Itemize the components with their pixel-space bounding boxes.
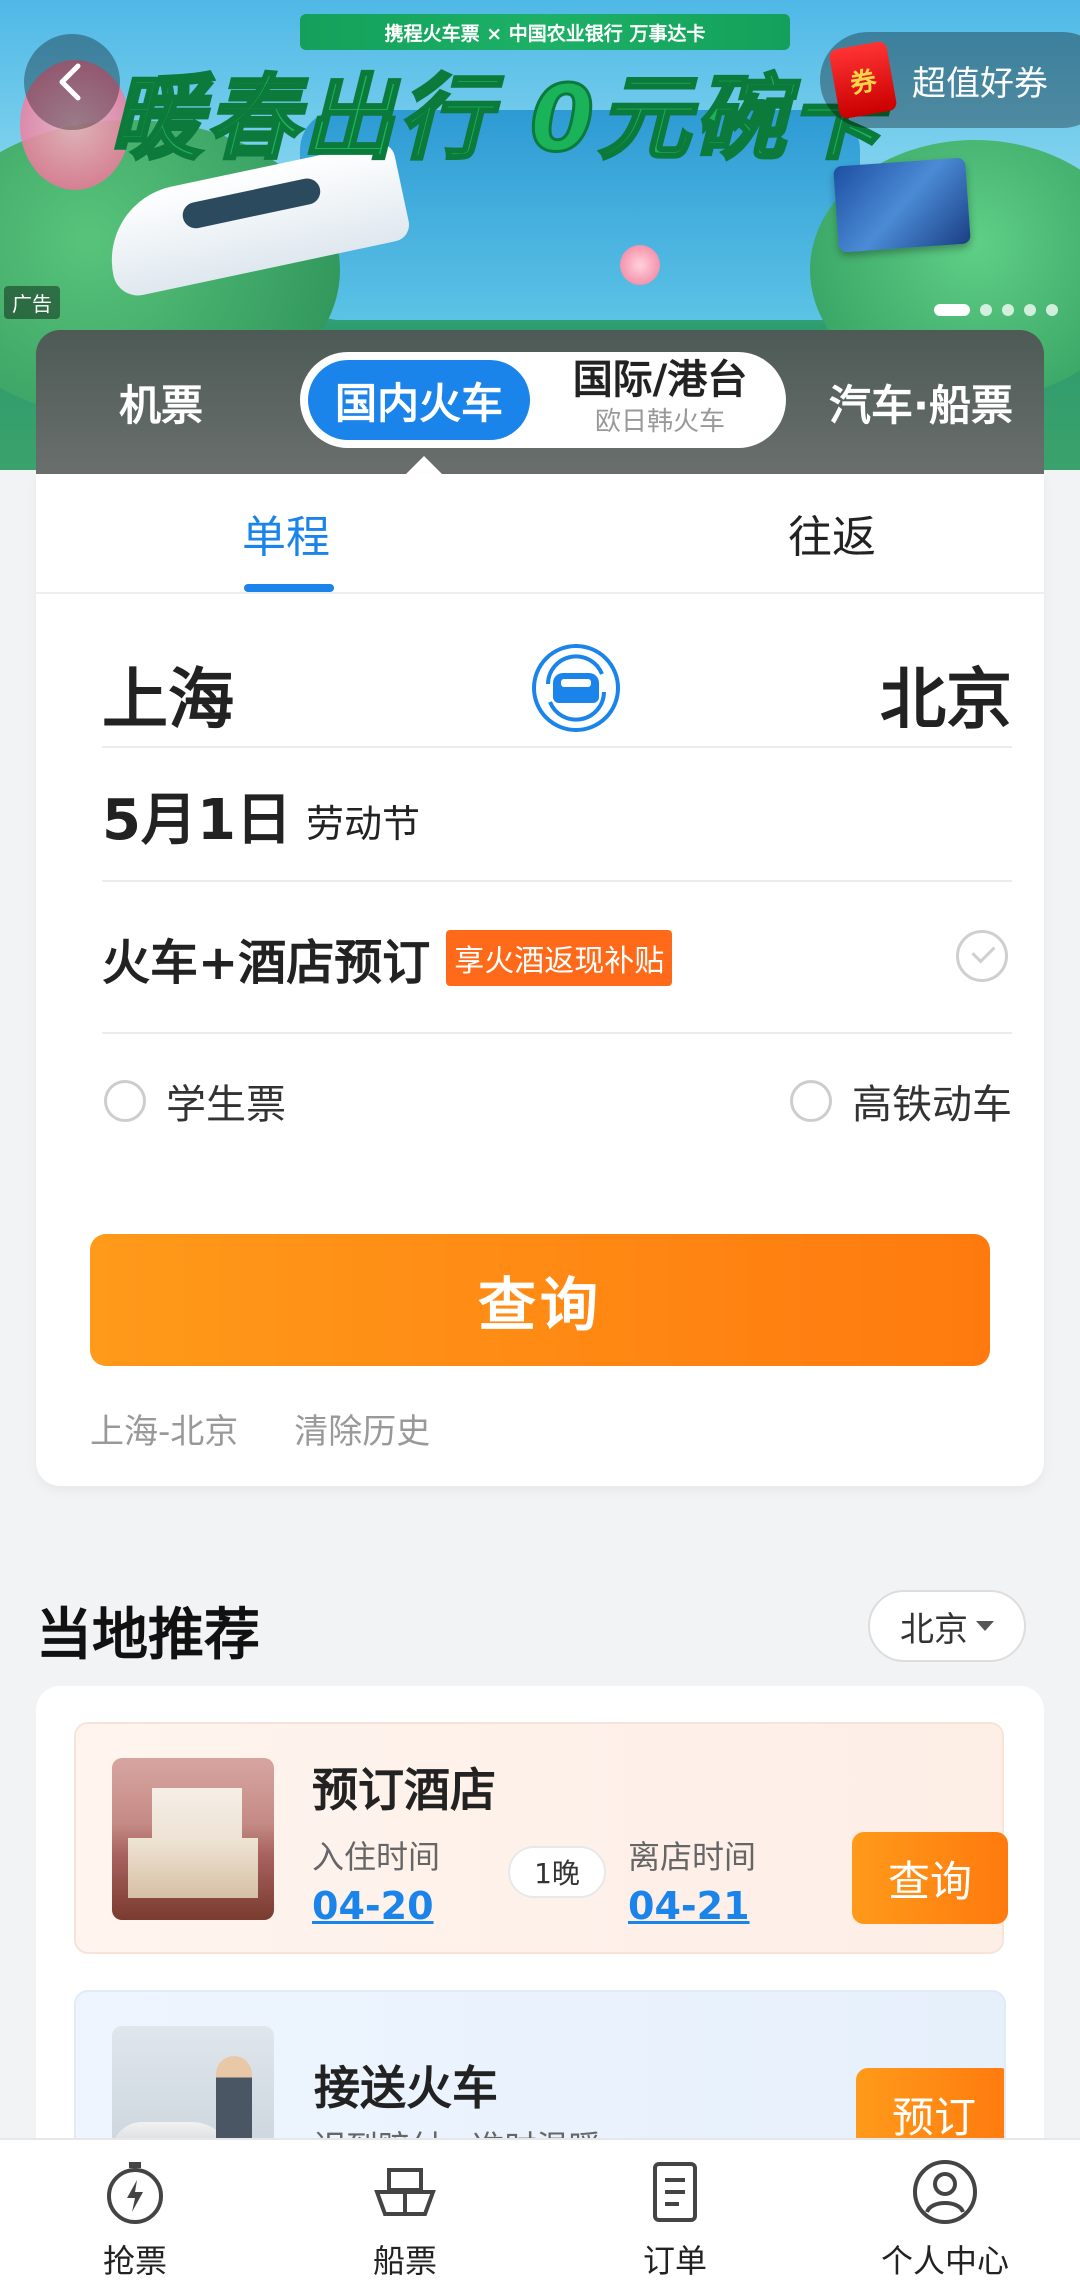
tabbar-label: 抢票 — [102, 2242, 167, 2280]
high-speed-option[interactable]: 高铁动车 — [790, 1072, 1012, 1130]
recommend-city-dropdown[interactable]: 北京 — [868, 1590, 1026, 1662]
trip-type-tabs: 单程 往返 — [36, 474, 1044, 594]
intl-train-label: 国际/港台 — [572, 357, 748, 403]
train-hotel-checkbox[interactable] — [956, 930, 1008, 982]
departure-date: 5月1日 — [102, 787, 292, 853]
student-ticket-label: 学生票 — [166, 1082, 286, 1128]
coupon-promo-button[interactable]: 券 超值好券 — [820, 32, 1080, 128]
banner-pagination — [934, 304, 1058, 316]
date-selector[interactable]: 5月1日 劳动节 — [102, 750, 1012, 882]
intl-train-sublabel: 欧日韩火车 — [594, 407, 725, 437]
checkout-date[interactable]: 04-21 — [628, 1884, 750, 1928]
tabbar-label: 个人中心 — [880, 2242, 1009, 2280]
banner-flower-art — [620, 245, 660, 285]
recommend-city-label: 北京 — [900, 1609, 968, 1650]
mode-intl-train-tab[interactable]: 国际/港台 欧日韩火车 — [540, 354, 780, 438]
train-hotel-label: 火车+酒店预订 — [102, 935, 431, 991]
tabbar-item-ship[interactable]: 船票 — [270, 2140, 540, 2286]
search-button[interactable]: 查询 — [90, 1234, 990, 1366]
hotel-card-title: 预订酒店 — [312, 1763, 496, 1817]
pagination-dot — [1046, 304, 1058, 316]
train-search-card: 单程 往返 上海 北京 5月1日 劳动节 火车+酒店预订 享火酒返现补贴 学生票… — [36, 474, 1044, 1486]
pagination-dot — [1024, 304, 1036, 316]
transport-mode-bar: 机票 国内火车 国际/港台 欧日韩火车 汽车·船票 — [36, 330, 1044, 474]
checkin-label: 入住时间 — [312, 1838, 441, 1876]
chevron-left-icon — [59, 63, 81, 101]
order-list-icon — [635, 2152, 715, 2232]
train-mode-segment: 国内火车 国际/港台 欧日韩火车 — [300, 352, 786, 448]
history-item[interactable]: 上海-北京 — [90, 1404, 238, 1453]
caret-down-icon — [976, 1621, 994, 1631]
student-ticket-option[interactable]: 学生票 — [104, 1072, 286, 1130]
tabbar-item-grab[interactable]: 抢票 — [0, 2140, 270, 2286]
coupon-icon: 券 — [828, 40, 898, 120]
train-icon — [553, 673, 599, 703]
hotel-booking-card[interactable]: 预订酒店 入住时间 04-20 1晚 离店时间 04-21 查询 — [74, 1722, 1008, 1954]
holiday-label: 劳动节 — [305, 801, 420, 846]
ship-icon — [365, 2152, 445, 2232]
stopwatch-lightning-icon — [95, 2152, 175, 2232]
checkin-date[interactable]: 04-20 — [312, 1884, 434, 1928]
back-button[interactable] — [24, 34, 120, 130]
user-profile-icon — [905, 2152, 985, 2232]
ad-label: 广告 — [4, 286, 60, 319]
high-speed-label: 高铁动车 — [852, 1082, 1012, 1128]
pagination-dot — [1002, 304, 1014, 316]
checkout-label: 离店时间 — [628, 1838, 757, 1876]
clear-history-link[interactable]: 清除历史 — [294, 1404, 430, 1453]
active-mode-pointer — [406, 456, 442, 474]
departure-city[interactable]: 上海 — [102, 646, 234, 742]
promo-label: 超值好券 — [912, 63, 1048, 104]
section-title: 当地推荐 — [36, 1603, 260, 1668]
hotel-search-button[interactable]: 查询 — [852, 1832, 1008, 1924]
mode-flight-tab[interactable]: 机票 — [36, 372, 286, 433]
student-ticket-radio[interactable] — [104, 1080, 146, 1122]
high-speed-radio[interactable] — [790, 1080, 832, 1122]
transfer-card-title: 接送火车 — [314, 2061, 498, 2115]
tabbar-item-orders[interactable]: 订单 — [540, 2140, 810, 2286]
train-hotel-option[interactable]: 火车+酒店预订 享火酒返现补贴 — [102, 884, 1012, 1034]
bottom-tab-bar: 抢票 船票 订单 个人中心 — [0, 2138, 1080, 2286]
mode-bus-ship-tab[interactable]: 汽车·船票 — [796, 372, 1046, 433]
search-history: 上海-北京 清除历史 — [90, 1404, 430, 1453]
pagination-dot — [980, 304, 992, 316]
hotel-image — [112, 1758, 274, 1920]
swap-cities-button[interactable] — [532, 644, 620, 732]
tabbar-item-profile[interactable]: 个人中心 — [810, 2140, 1080, 2286]
tabbar-label: 订单 — [642, 2242, 707, 2280]
arrival-city[interactable]: 北京 — [880, 646, 1012, 742]
nights-badge: 1晚 — [508, 1846, 606, 1898]
tabbar-label: 船票 — [372, 2242, 437, 2280]
banner-headline: 暖春出行 0元碗卡 — [108, 64, 887, 174]
city-selector: 上海 北京 — [102, 604, 1012, 748]
ticket-options: 学生票 高铁动车 — [102, 1036, 1012, 1156]
pagination-dot-active — [934, 304, 970, 316]
mode-domestic-train-tab[interactable]: 国内火车 — [308, 360, 530, 440]
tab-one-way[interactable]: 单程 — [36, 474, 540, 592]
tab-round-trip[interactable]: 往返 — [540, 474, 1044, 592]
cashback-badge: 享火酒返现补贴 — [446, 930, 673, 986]
